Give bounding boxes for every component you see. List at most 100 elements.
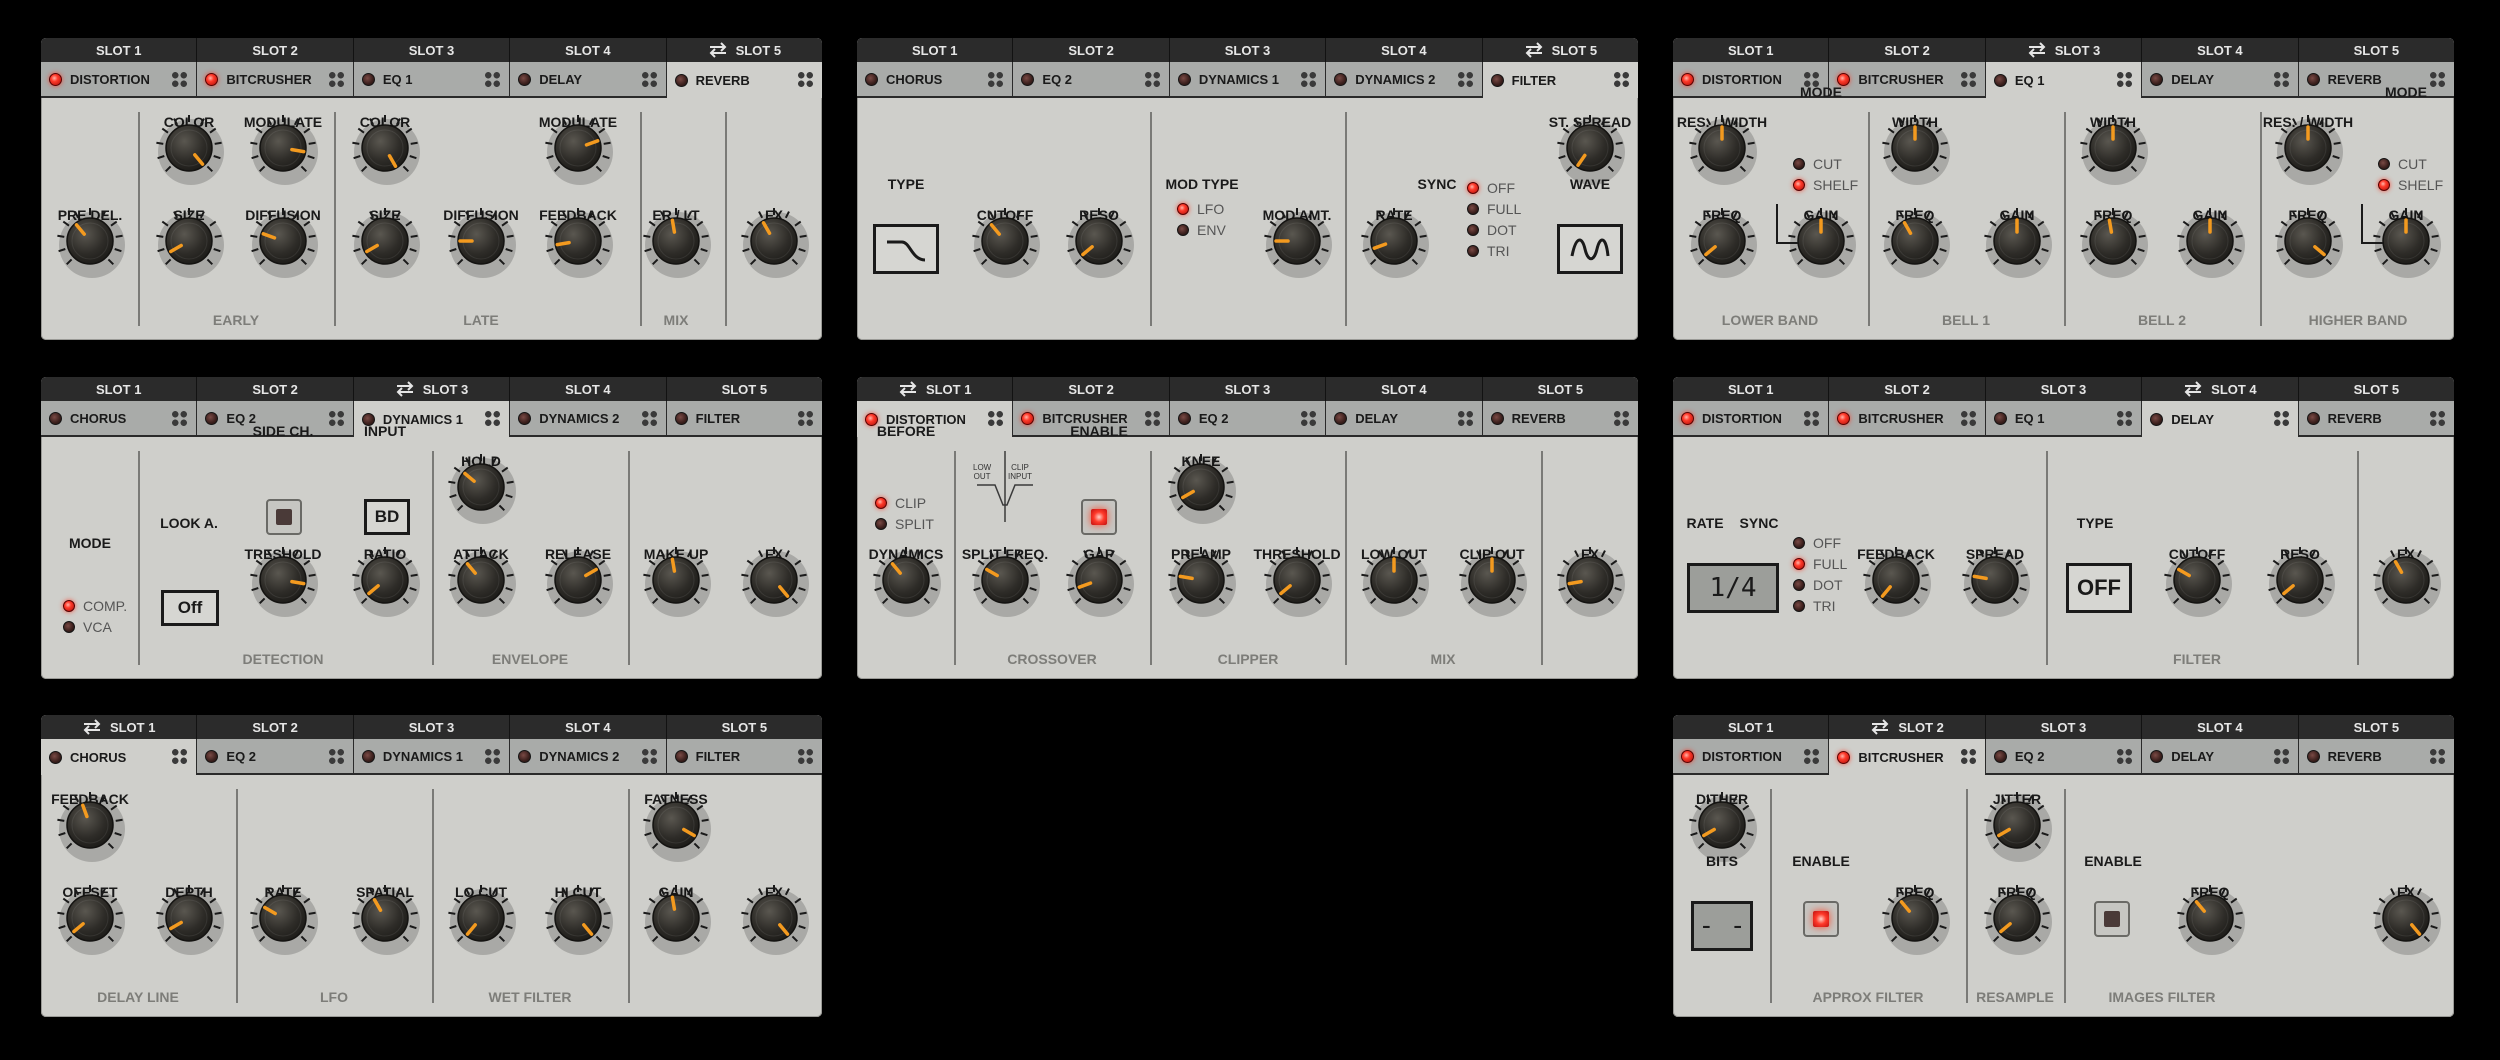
power-led[interactable] [205,72,219,86]
rotary-knob[interactable] [245,203,321,279]
option-led[interactable] [1793,599,1805,612]
effect-tab[interactable]: EQ 1 [1985,401,2143,437]
rotary-knob[interactable] [967,542,1043,618]
power-led[interactable] [1993,73,2007,87]
drag-handle-icon[interactable] [797,410,815,427]
rotary-knob[interactable] [1259,542,1335,618]
drag-handle-icon[interactable] [171,748,189,765]
option-item[interactable]: CUT [2378,153,2443,174]
value-box[interactable]: BD [364,499,410,535]
rotary-knob[interactable] [347,203,423,279]
option-item[interactable]: ENV [1177,219,1226,240]
option-led[interactable] [875,496,887,509]
rotary-knob[interactable] [2270,203,2346,279]
rotary-knob[interactable] [1061,203,1137,279]
wave-shape-icon[interactable] [1557,224,1623,274]
drag-handle-icon[interactable] [171,410,189,427]
rotary-knob[interactable] [638,787,714,863]
effect-tab[interactable]: REVERB [2298,401,2454,437]
enable-button[interactable] [266,499,302,535]
rotary-knob[interactable] [1356,203,1432,279]
rotary-knob[interactable] [1454,542,1530,618]
rotary-knob[interactable] [1163,542,1239,618]
drag-handle-icon[interactable] [640,410,658,427]
drag-handle-icon[interactable] [1959,71,1977,88]
rotary-knob[interactable] [540,110,616,186]
option-item[interactable]: TRI [1793,595,1847,616]
power-led[interactable] [1177,72,1191,86]
rotary-knob[interactable] [443,449,519,525]
power-led[interactable] [2150,749,2164,763]
rotary-knob[interactable] [443,203,519,279]
option-item[interactable]: FULL [1793,553,1847,574]
rotary-knob[interactable] [151,110,227,186]
drag-handle-icon[interactable] [2272,410,2290,427]
effect-tab[interactable]: BITCRUSHER [1829,739,1986,775]
effect-tab[interactable]: EQ 2 [1985,739,2143,775]
rotary-knob[interactable] [1979,880,2055,956]
rotary-knob[interactable] [347,880,423,956]
effect-tab[interactable]: DISTORTION [1673,739,1830,775]
rotary-knob[interactable] [245,880,321,956]
power-led[interactable] [1021,411,1035,425]
rotary-knob[interactable] [638,542,714,618]
power-led[interactable] [518,411,532,425]
rotary-knob[interactable] [443,542,519,618]
rotary-knob[interactable] [540,880,616,956]
power-led[interactable] [1490,73,1504,87]
rotary-knob[interactable] [245,110,321,186]
option-item[interactable]: OFF [1467,177,1521,198]
effect-tab[interactable]: CHORUS [857,62,1014,98]
drag-handle-icon[interactable] [1300,410,1318,427]
drag-handle-icon[interactable] [640,71,658,88]
rotary-knob[interactable] [52,880,128,956]
power-led[interactable] [674,749,688,763]
swap-icon[interactable] [1870,719,1890,735]
swap-icon[interactable] [2183,381,2203,397]
option-item[interactable]: FULL [1467,198,1521,219]
enable-button[interactable] [1803,901,1839,937]
effect-tab[interactable]: DELAY [1326,401,1483,437]
power-led[interactable] [2150,412,2164,426]
effect-tab[interactable]: REVERB [666,62,822,98]
option-item[interactable]: SPLIT [875,513,934,534]
swap-icon[interactable] [395,381,415,397]
rotary-knob[interactable] [347,542,423,618]
power-led[interactable] [1993,749,2007,763]
power-led[interactable] [1681,411,1694,425]
drag-handle-icon[interactable] [171,71,189,88]
rotary-knob[interactable] [1552,110,1628,186]
power-led[interactable] [674,411,688,425]
effect-tab[interactable]: DYNAMICS 2 [510,401,667,437]
power-led[interactable] [1490,411,1504,425]
power-led[interactable] [49,750,62,764]
effect-tab[interactable]: FILTER [1482,62,1638,98]
effect-tab[interactable]: REVERB [2298,62,2454,98]
option-led[interactable] [1793,578,1805,591]
drag-handle-icon[interactable] [2429,748,2447,765]
drag-handle-icon[interactable] [1803,748,1821,765]
rotary-knob[interactable] [540,542,616,618]
option-led[interactable] [2378,178,2390,191]
option-led[interactable] [63,599,75,612]
rotary-knob[interactable] [736,542,812,618]
effect-tab[interactable]: CHORUS [41,401,198,437]
drag-handle-icon[interactable] [1613,410,1631,427]
swap-icon[interactable] [1524,42,1544,58]
effect-tab[interactable]: EQ 2 [1169,401,1327,437]
drag-handle-icon[interactable] [2429,71,2447,88]
power-led[interactable] [2306,749,2320,763]
option-item[interactable]: OFF [1793,532,1847,553]
drag-handle-icon[interactable] [987,71,1005,88]
rotary-knob[interactable] [1163,449,1239,525]
drag-handle-icon[interactable] [2272,71,2290,88]
drag-handle-icon[interactable] [484,71,502,88]
drag-handle-icon[interactable] [484,410,502,427]
rotary-knob[interactable] [638,880,714,956]
effect-tab[interactable]: DISTORTION [1673,401,1830,437]
effect-tab[interactable]: DYNAMICS 1 [353,739,511,775]
option-item[interactable]: TRI [1467,240,1521,261]
option-item[interactable]: SHELF [2378,174,2443,195]
effect-tab[interactable]: DELAY [2142,401,2299,437]
drag-handle-icon[interactable] [1143,71,1161,88]
